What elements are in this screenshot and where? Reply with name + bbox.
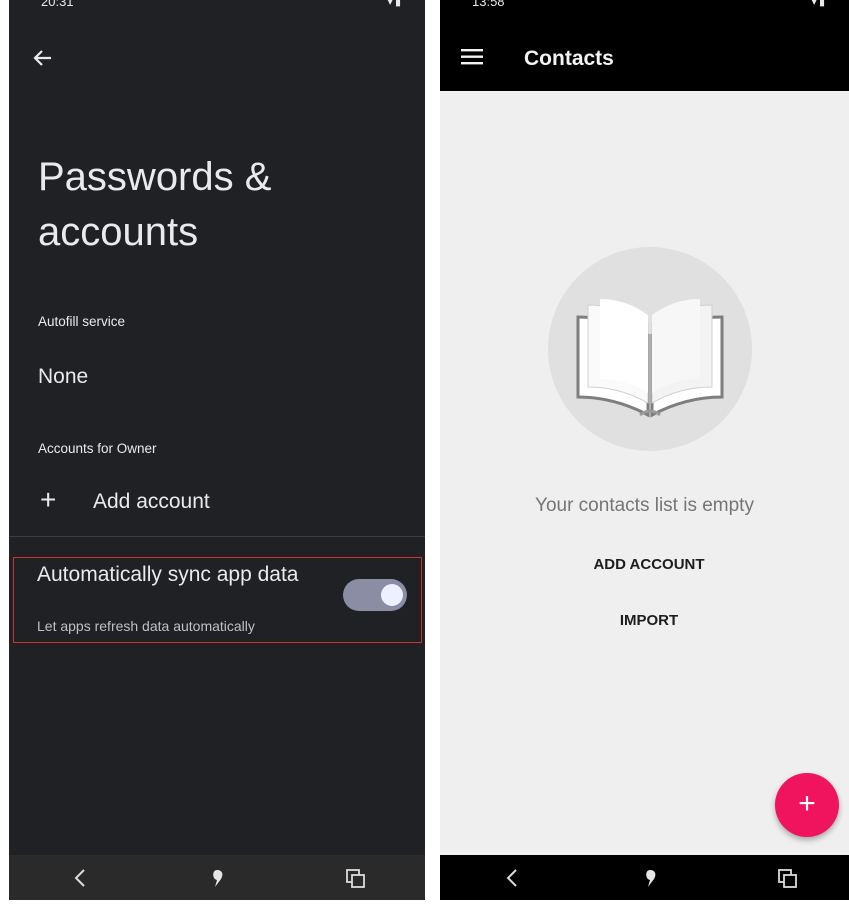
nav-back-button[interactable] — [495, 861, 529, 895]
add-account-row[interactable]: + Add account — [9, 480, 425, 530]
autofill-section-label: Autofill service — [38, 314, 126, 329]
menu-button[interactable] — [458, 45, 486, 69]
nav-home-icon — [213, 870, 223, 887]
auto-sync-toggle[interactable] — [343, 579, 407, 611]
wifi-icon: ▾ — [387, 0, 395, 8]
status-time: 13:58 — [472, 0, 505, 9]
nav-recents-icon — [346, 869, 365, 888]
toggle-thumb — [381, 584, 403, 606]
accounts-section-label: Accounts for Owner — [38, 441, 157, 456]
settings-screen: 20:31 ▾▮ Passwords & accounts Autofill s… — [9, 0, 425, 900]
empty-state-illustration — [548, 247, 752, 451]
nav-back-button[interactable] — [63, 861, 97, 895]
nav-recents-button[interactable] — [339, 861, 373, 895]
status-bar: 20:31 ▾▮ — [9, 0, 425, 12]
battery-icon: ▮ — [818, 0, 827, 8]
back-arrow-icon — [33, 50, 51, 66]
status-icons: ▾▮ — [387, 0, 403, 8]
nav-home-button[interactable] — [633, 861, 667, 895]
book-icon — [576, 299, 724, 418]
empty-state-message: Your contacts list is empty — [535, 495, 754, 516]
nav-back-icon — [74, 869, 85, 887]
battery-icon: ▮ — [394, 0, 403, 8]
nav-back-icon — [506, 869, 517, 887]
auto-sync-setting[interactable]: Automatically sync app data Let apps ref… — [13, 557, 422, 643]
import-button[interactable]: IMPORT — [544, 606, 754, 635]
page-title: Passwords & accounts — [38, 155, 272, 254]
contacts-screen: 13:58 ▾▮ Contacts Your contacts list is … — [440, 0, 849, 900]
wifi-icon: ▾ — [811, 0, 819, 8]
add-account-label: Add account — [93, 490, 210, 513]
app-bar: Contacts — [440, 12, 849, 91]
status-bar: 13:58 ▾▮ — [440, 0, 849, 12]
add-account-button[interactable]: ADD ACCOUNT — [544, 550, 754, 579]
plus-icon: + — [798, 787, 816, 820]
navigation-bar — [440, 855, 849, 900]
navigation-bar — [9, 855, 425, 900]
nav-recents-button[interactable] — [771, 861, 805, 895]
autofill-service-setting[interactable]: None — [38, 365, 88, 389]
divider — [9, 536, 425, 537]
back-button[interactable] — [29, 44, 57, 72]
auto-sync-summary: Let apps refresh data automatically — [37, 618, 255, 634]
status-icons: ▾▮ — [811, 0, 827, 8]
nav-home-icon — [646, 870, 656, 887]
nav-home-button[interactable] — [200, 861, 234, 895]
menu-icon — [461, 49, 483, 65]
auto-sync-title: Automatically sync app data — [37, 563, 299, 586]
plus-icon: + — [40, 484, 57, 515]
nav-recents-icon — [778, 869, 797, 888]
status-time: 20:31 — [41, 0, 74, 9]
app-title: Contacts — [524, 47, 614, 70]
add-contact-fab[interactable]: + — [775, 773, 839, 837]
